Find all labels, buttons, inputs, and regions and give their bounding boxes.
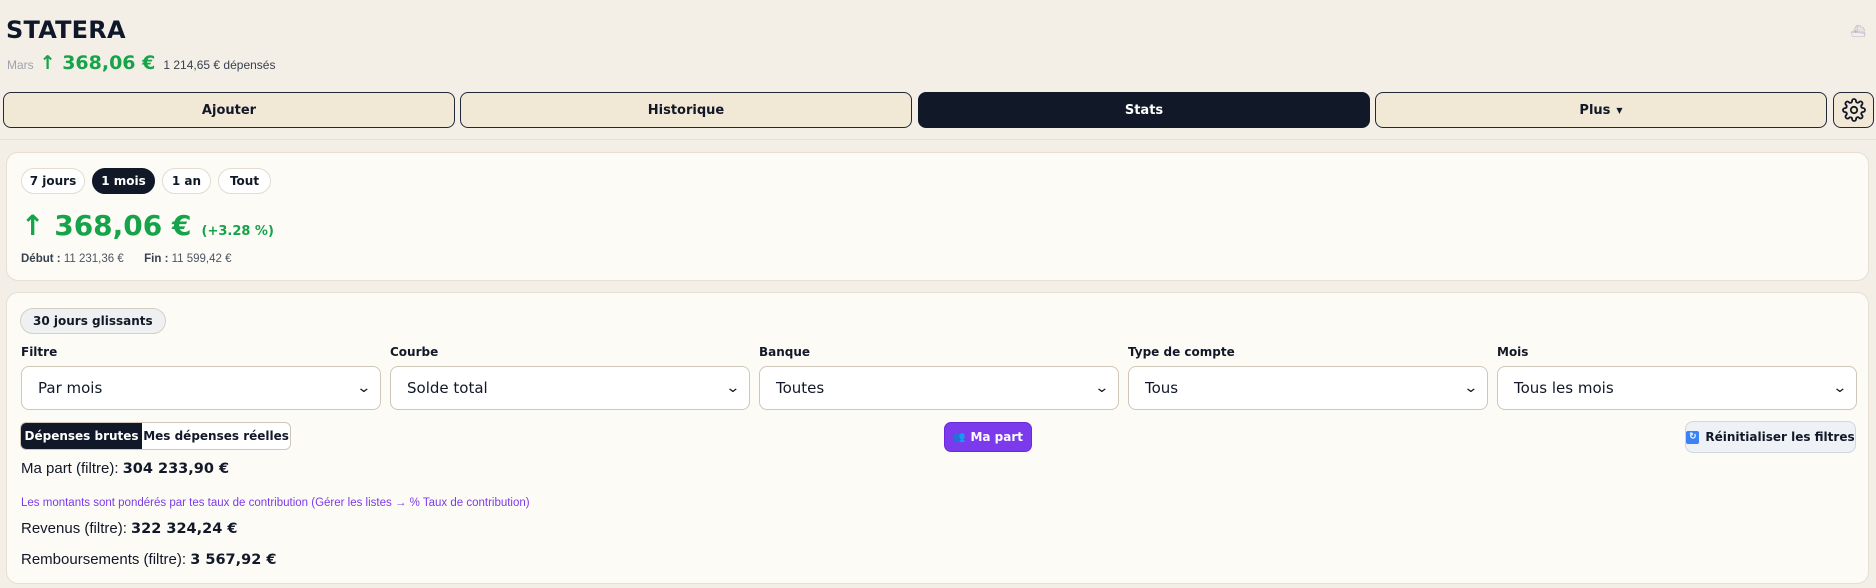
segment-label: Mes dépenses réelles [143, 429, 289, 443]
period-card: 7 jours 1 mois 1 an Tout ↑ 368,06 € (+3.… [6, 152, 1869, 281]
month-summary: Mars ↑ 368,06 € 1 214,65 € dépensés [7, 52, 275, 74]
period-1-mois[interactable]: 1 mois [92, 168, 155, 194]
settings-button[interactable] [1833, 92, 1874, 128]
period-tout[interactable]: Tout [218, 168, 271, 194]
header-divider [0, 139, 1876, 140]
end-value: 11 599,42 € [171, 253, 232, 265]
nav-stats-button[interactable]: Stats [918, 92, 1370, 128]
end-label: Fin : [144, 253, 169, 265]
app-header: STATERA Mars ↑ 368,06 € 1 214,65 € dépen… [0, 0, 1876, 82]
filter-label-mois: Mois [1497, 345, 1529, 359]
select-value: Toutes [776, 379, 825, 397]
total-label: Ma part (filtre): [21, 460, 119, 477]
segment-label: Dépenses brutes [24, 429, 139, 443]
revenus-total: Revenus (filtre): 322 324,24 € [21, 520, 237, 537]
select-value: Solde total [407, 379, 488, 397]
total-value: 304 233,90 € [122, 461, 230, 477]
start-label: Début : [21, 253, 61, 265]
reset-filters-button[interactable]: ↻ Réinitialiser les filtres [1685, 421, 1856, 453]
period-balance-change: ↑ 368,06 € (+3.28 %) [21, 209, 274, 242]
ma-part-button[interactable]: 👥 Ma part [944, 422, 1032, 452]
filtre-select[interactable]: Par mois ⌄ [21, 366, 381, 410]
ma-part-total: Ma part (filtre): 304 233,90 € [21, 460, 229, 477]
total-label: Remboursements (filtre): [21, 551, 187, 568]
pill-label: 1 an [171, 174, 202, 188]
nav-label: Historique [647, 102, 725, 118]
contribution-note: Les montants sont pondérés par tes taux … [21, 497, 530, 509]
filter-label-banque: Banque [759, 345, 811, 359]
nav-ajouter-button[interactable]: Ajouter [3, 92, 455, 128]
people-icon: 👥 [952, 431, 966, 443]
nav-plus-button[interactable]: Plus ▼ [1375, 92, 1827, 128]
period-7-jours[interactable]: 7 jours [21, 168, 85, 194]
gear-icon [1841, 98, 1866, 122]
refresh-icon: ↻ [1686, 430, 1700, 444]
app-title: STATERA [6, 16, 126, 44]
select-value: Tous [1145, 379, 1179, 397]
summary-spent: 1 214,65 € dépensés [163, 58, 276, 72]
summary-month: Mars [7, 58, 34, 72]
pill-label: 1 mois [101, 174, 146, 188]
chevron-down-icon: ⌄ [356, 380, 372, 396]
filter-label-courbe: Courbe [390, 345, 439, 359]
expense-mode-toggle: Dépenses brutes Mes dépenses réelles [20, 422, 291, 450]
caret-down-icon: ▼ [1616, 105, 1623, 115]
button-label: Réinitialiser les filtres [1705, 430, 1855, 444]
select-value: Par mois [38, 379, 103, 397]
button-label: Ma part [970, 430, 1023, 444]
chevron-down-icon: ⌄ [725, 380, 741, 396]
rolling-30-days-chip[interactable]: 30 jours glissants [20, 308, 166, 334]
summary-amount: ↑ 368,06 € [39, 52, 156, 74]
total-label: Revenus (filtre): [21, 520, 127, 537]
pill-label: 7 jours [29, 174, 77, 188]
nav-label: Ajouter [201, 102, 257, 118]
period-amount: ↑ 368,06 € [21, 209, 192, 242]
mes-depenses-reelles-button[interactable]: Mes dépenses réelles [142, 423, 290, 449]
total-value: 322 324,24 € [131, 521, 238, 537]
total-value: 3 567,92 € [190, 552, 277, 568]
select-value: Tous les mois [1514, 379, 1614, 397]
chevron-down-icon: ⌄ [1094, 380, 1110, 396]
banque-select[interactable]: Toutes ⌄ [759, 366, 1119, 410]
mois-select[interactable]: Tous les mois ⌄ [1497, 366, 1857, 410]
filters-card: 30 jours glissants Filtre Par mois ⌄ Cou… [6, 292, 1869, 584]
courbe-select[interactable]: Solde total ⌄ [390, 366, 750, 410]
start-value: 11 231,36 € [63, 253, 124, 265]
remboursements-total: Remboursements (filtre): 3 567,92 € [21, 551, 276, 568]
period-1-an[interactable]: 1 an [162, 168, 211, 194]
depenses-brutes-button[interactable]: Dépenses brutes [21, 423, 143, 449]
start-end-values: Début : 11 231,36 € Fin : 11 599,42 € [21, 253, 232, 265]
pill-label: Tout [229, 174, 260, 188]
nav-historique-button[interactable]: Historique [460, 92, 912, 128]
type-compte-select[interactable]: Tous ⌄ [1128, 366, 1488, 410]
nav-label: Stats [1124, 102, 1164, 118]
period-percent: (+3.28 %) [201, 224, 274, 239]
chevron-down-icon: ⌄ [1463, 380, 1479, 396]
main-nav: Ajouter Historique Stats Plus ▼ [3, 92, 1874, 128]
chevron-down-icon: ⌄ [1832, 380, 1848, 396]
filter-label-type-compte: Type de compte [1128, 345, 1235, 359]
nav-label: Plus [1579, 102, 1611, 118]
filter-label-filtre: Filtre [21, 345, 58, 359]
ship-icon: ⛴ [1850, 24, 1866, 38]
